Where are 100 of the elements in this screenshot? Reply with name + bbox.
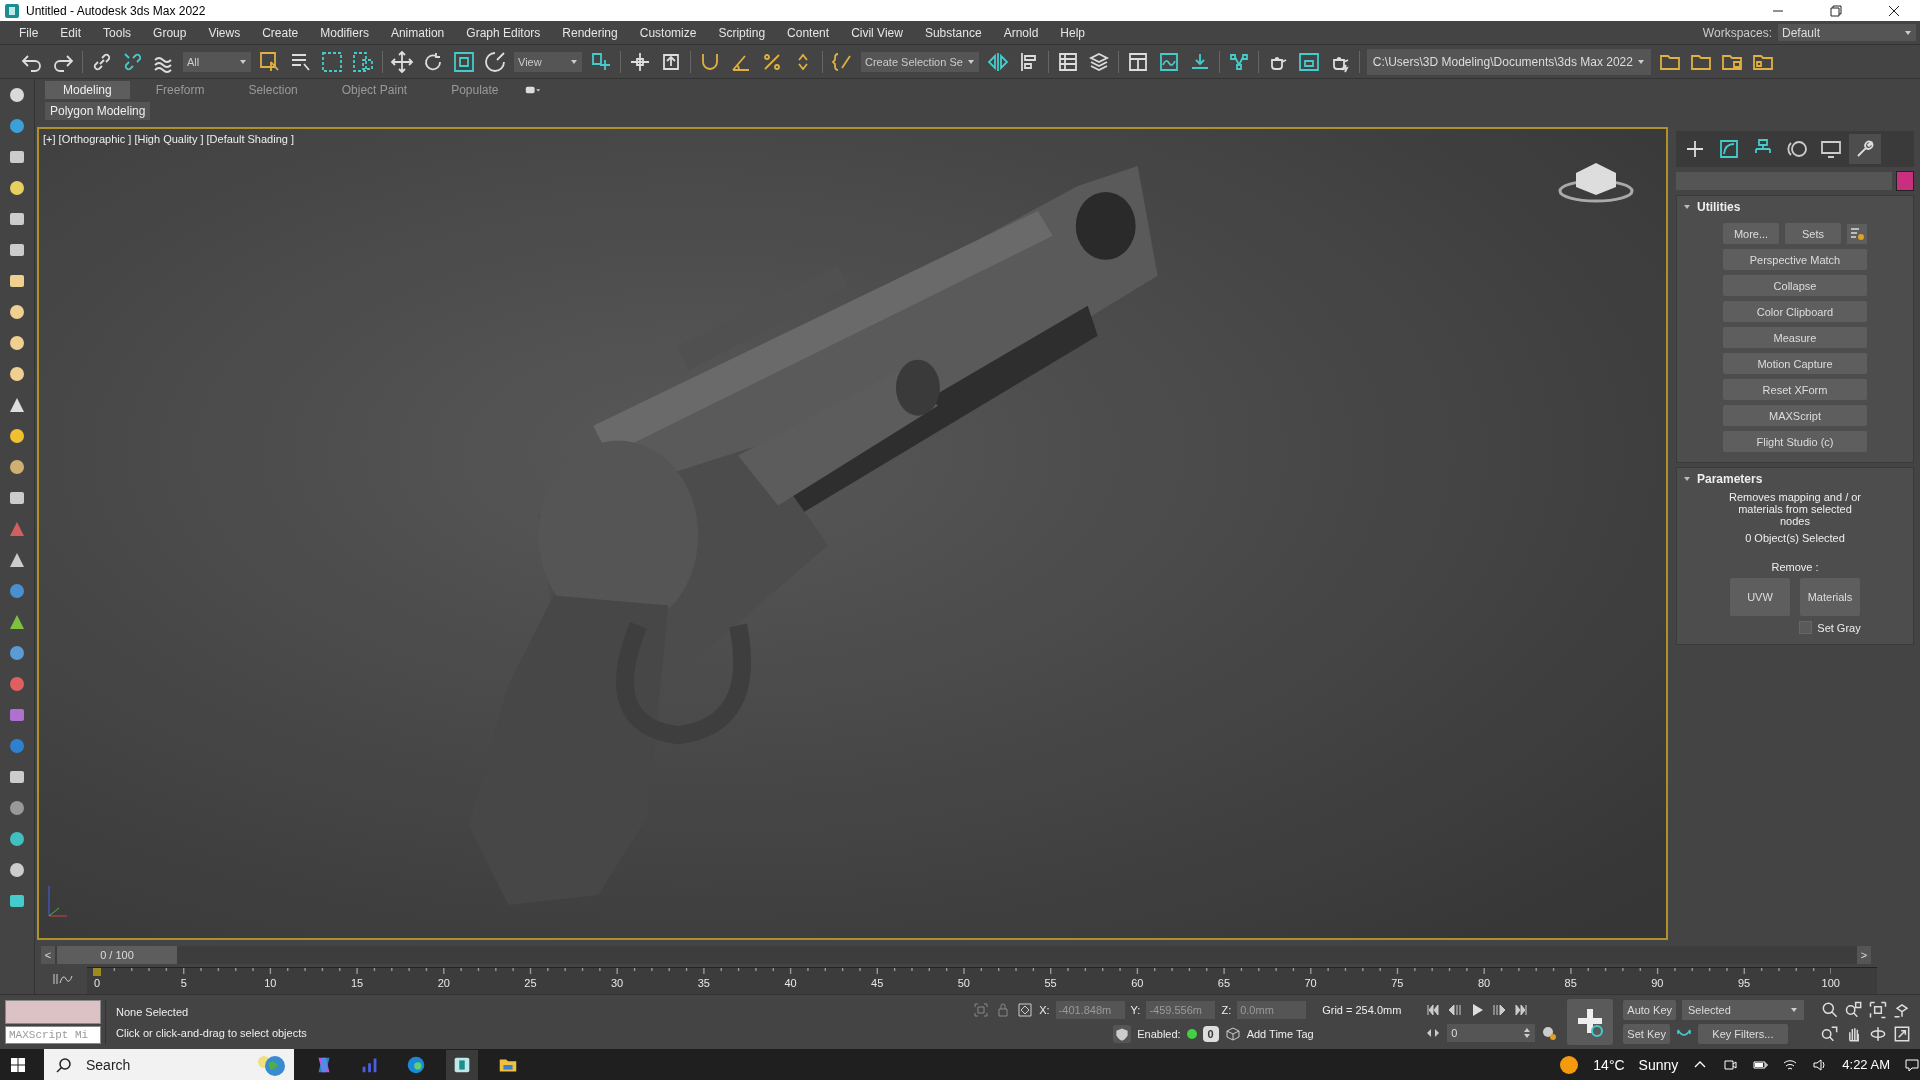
color-swatch[interactable]	[1896, 171, 1914, 191]
sphere-icon[interactable]	[7, 457, 27, 477]
remove-button[interactable]: UVW	[1730, 578, 1790, 616]
checkbox[interactable]	[1799, 621, 1813, 634]
project-path-dropdown[interactable]: C:\Users\3D Modeling\Documents\3ds Max 2022	[1366, 48, 1651, 75]
remove-button[interactable]: Materials	[1800, 578, 1860, 616]
ribbon-tab[interactable]: Populate	[433, 81, 517, 99]
utility-button[interactable]: Reset XForm	[1723, 379, 1867, 400]
viewport-label[interactable]: [+] [Orthographic ] [High Quality ] [Default Shading ]	[43, 133, 294, 145]
utility-button[interactable]: Sets	[1785, 223, 1841, 244]
field-of-view-icon[interactable]	[1820, 1024, 1840, 1044]
menu-item[interactable]: Substance	[913, 25, 993, 40]
clock[interactable]: 4:22 AM	[1842, 1057, 1890, 1072]
ribbon-tab[interactable]: Object Paint	[323, 81, 426, 99]
menu-item[interactable]: Modifiers	[309, 25, 380, 40]
weather-condition[interactable]: Sunny	[1638, 1056, 1679, 1073]
time-configuration-icon[interactable]	[1541, 1025, 1558, 1041]
time-slider[interactable]: < 0 / 100 >	[41, 946, 1871, 964]
toolbar-dropdown[interactable]: Create Selection Se	[861, 51, 979, 72]
maximize-icon[interactable]	[1892, 1024, 1912, 1044]
spinner-arrows-icon[interactable]	[1523, 1027, 1532, 1039]
app-logo-icon[interactable]	[446, 1049, 478, 1080]
maxscript-listener-field[interactable]	[5, 1000, 101, 1024]
ribbon-tab[interactable]: Selection	[230, 81, 316, 99]
zoom-icon[interactable]	[1820, 1000, 1840, 1020]
time-tag-count[interactable]: 0	[1202, 1026, 1219, 1042]
rollout-title[interactable]: Parameters	[1697, 472, 1763, 486]
configure-icon[interactable]	[1847, 223, 1867, 244]
add-time-tag-link[interactable]: Add Time Tag	[1246, 1028, 1314, 1040]
utility-button[interactable]: Perspective Match	[1723, 249, 1867, 270]
zoom-extents-icon[interactable]	[1868, 1000, 1888, 1020]
notification-icon[interactable]	[1904, 1056, 1920, 1073]
utility-button[interactable]: Motion Capture	[1723, 353, 1867, 374]
ribbon-panel-tab[interactable]: Polygon Modeling	[45, 102, 151, 120]
ribbon-tab[interactable]: Freeform	[137, 81, 223, 99]
move-icon[interactable]	[390, 49, 414, 74]
temperature[interactable]: 14°C	[1593, 1056, 1625, 1073]
menu-item[interactable]: Arnold	[992, 25, 1050, 40]
sphere-icon[interactable]	[7, 333, 27, 353]
shield-icon[interactable]	[1113, 1025, 1132, 1043]
menu-item[interactable]: Group	[142, 25, 198, 40]
menu-item[interactable]: Civil View	[840, 25, 914, 40]
cube-icon[interactable]	[1224, 1026, 1241, 1042]
timeline-ruler[interactable]: 0 5 10 15 20 25 30 35 40 45 50 55 60 65 70 75 80 85 90 95 100	[87, 967, 1877, 994]
select-cursor-icon[interactable]	[258, 49, 282, 74]
key-filters-button[interactable]: Key Filters...	[1697, 1024, 1788, 1044]
menu-item[interactable]: File	[8, 25, 50, 40]
set-key-button[interactable]: Set Key	[1623, 1024, 1670, 1044]
scale-icon[interactable]	[452, 49, 476, 74]
collapse-arrow-icon[interactable]	[1683, 203, 1691, 211]
go-to-start-icon[interactable]	[1425, 1002, 1442, 1018]
previous-frame-button[interactable]: <	[41, 946, 55, 964]
zoom-all-icon[interactable]	[1844, 1000, 1864, 1020]
menu-item[interactable]: Content	[776, 25, 841, 40]
workspace-dropdown[interactable]: Default	[1778, 24, 1916, 41]
menu-item[interactable]: Views	[197, 25, 252, 40]
toolbar-dropdown[interactable]: View	[514, 51, 582, 72]
utility-button[interactable]: Collapse	[1723, 275, 1867, 296]
collapse-arrow-icon[interactable]	[1683, 475, 1691, 483]
key-set-dropdown[interactable]: Selected	[1682, 1000, 1804, 1020]
set-key-icon[interactable]	[1567, 999, 1614, 1045]
menu-item[interactable]: Animation	[379, 25, 456, 40]
menu-item[interactable]: Tools	[92, 25, 143, 40]
utility-button[interactable]: MAXScript	[1723, 405, 1867, 426]
crossing-icon[interactable]	[351, 49, 375, 74]
orbit-icon[interactable]	[1868, 1024, 1888, 1044]
menu-item[interactable]: Help	[1049, 25, 1096, 40]
checkbox-label[interactable]: Set Gray	[1817, 621, 1861, 634]
go-to-end-icon[interactable]	[1513, 1002, 1530, 1018]
menu-item[interactable]: Scripting	[707, 25, 777, 40]
sphere-icon[interactable]	[7, 116, 27, 136]
maxscript-input[interactable]: MAXScript Mi	[5, 1026, 101, 1044]
frame-field[interactable]: 0	[1447, 1024, 1536, 1042]
place-icon[interactable]	[483, 49, 507, 74]
menu-item[interactable]: Rendering	[551, 25, 629, 40]
next-frame-icon[interactable]	[1491, 1002, 1508, 1018]
wrench-icon[interactable]	[1849, 134, 1881, 164]
previous-frame-icon[interactable]	[1447, 1002, 1464, 1018]
next-frame-button[interactable]: >	[1857, 946, 1871, 964]
menu-item[interactable]: Customize	[628, 25, 708, 40]
enabled-indicator[interactable]	[1186, 1029, 1197, 1039]
utility-button[interactable]: Flight Studio (c)	[1723, 431, 1867, 452]
utility-button[interactable]: Measure	[1723, 327, 1867, 348]
rollout-title[interactable]: Utilities	[1697, 200, 1741, 214]
menu-item[interactable]: Create	[251, 25, 310, 40]
utility-button[interactable]: More...	[1723, 223, 1779, 244]
taskbar-search-field[interactable]: Search	[44, 1049, 294, 1080]
menu-item[interactable]: Edit	[49, 25, 93, 40]
auto-key-button[interactable]: Auto Key	[1623, 1000, 1676, 1020]
transform-mode-icon[interactable]	[1017, 1002, 1034, 1018]
sphere-icon[interactable]	[7, 85, 27, 105]
toolbar-dropdown[interactable]: All	[183, 51, 251, 72]
ribbon-tab[interactable]: Modeling	[45, 81, 130, 99]
sphere-icon[interactable]	[7, 643, 27, 663]
utility-button[interactable]: Color Clipboard	[1723, 301, 1867, 322]
curve-icon[interactable]	[51, 971, 75, 987]
region-icon[interactable]	[320, 49, 344, 74]
menu-item[interactable]: Graph Editors	[455, 25, 552, 40]
time-slider-thumb[interactable]: 0 / 100	[57, 946, 177, 964]
windows-start-icon[interactable]	[10, 1056, 26, 1073]
